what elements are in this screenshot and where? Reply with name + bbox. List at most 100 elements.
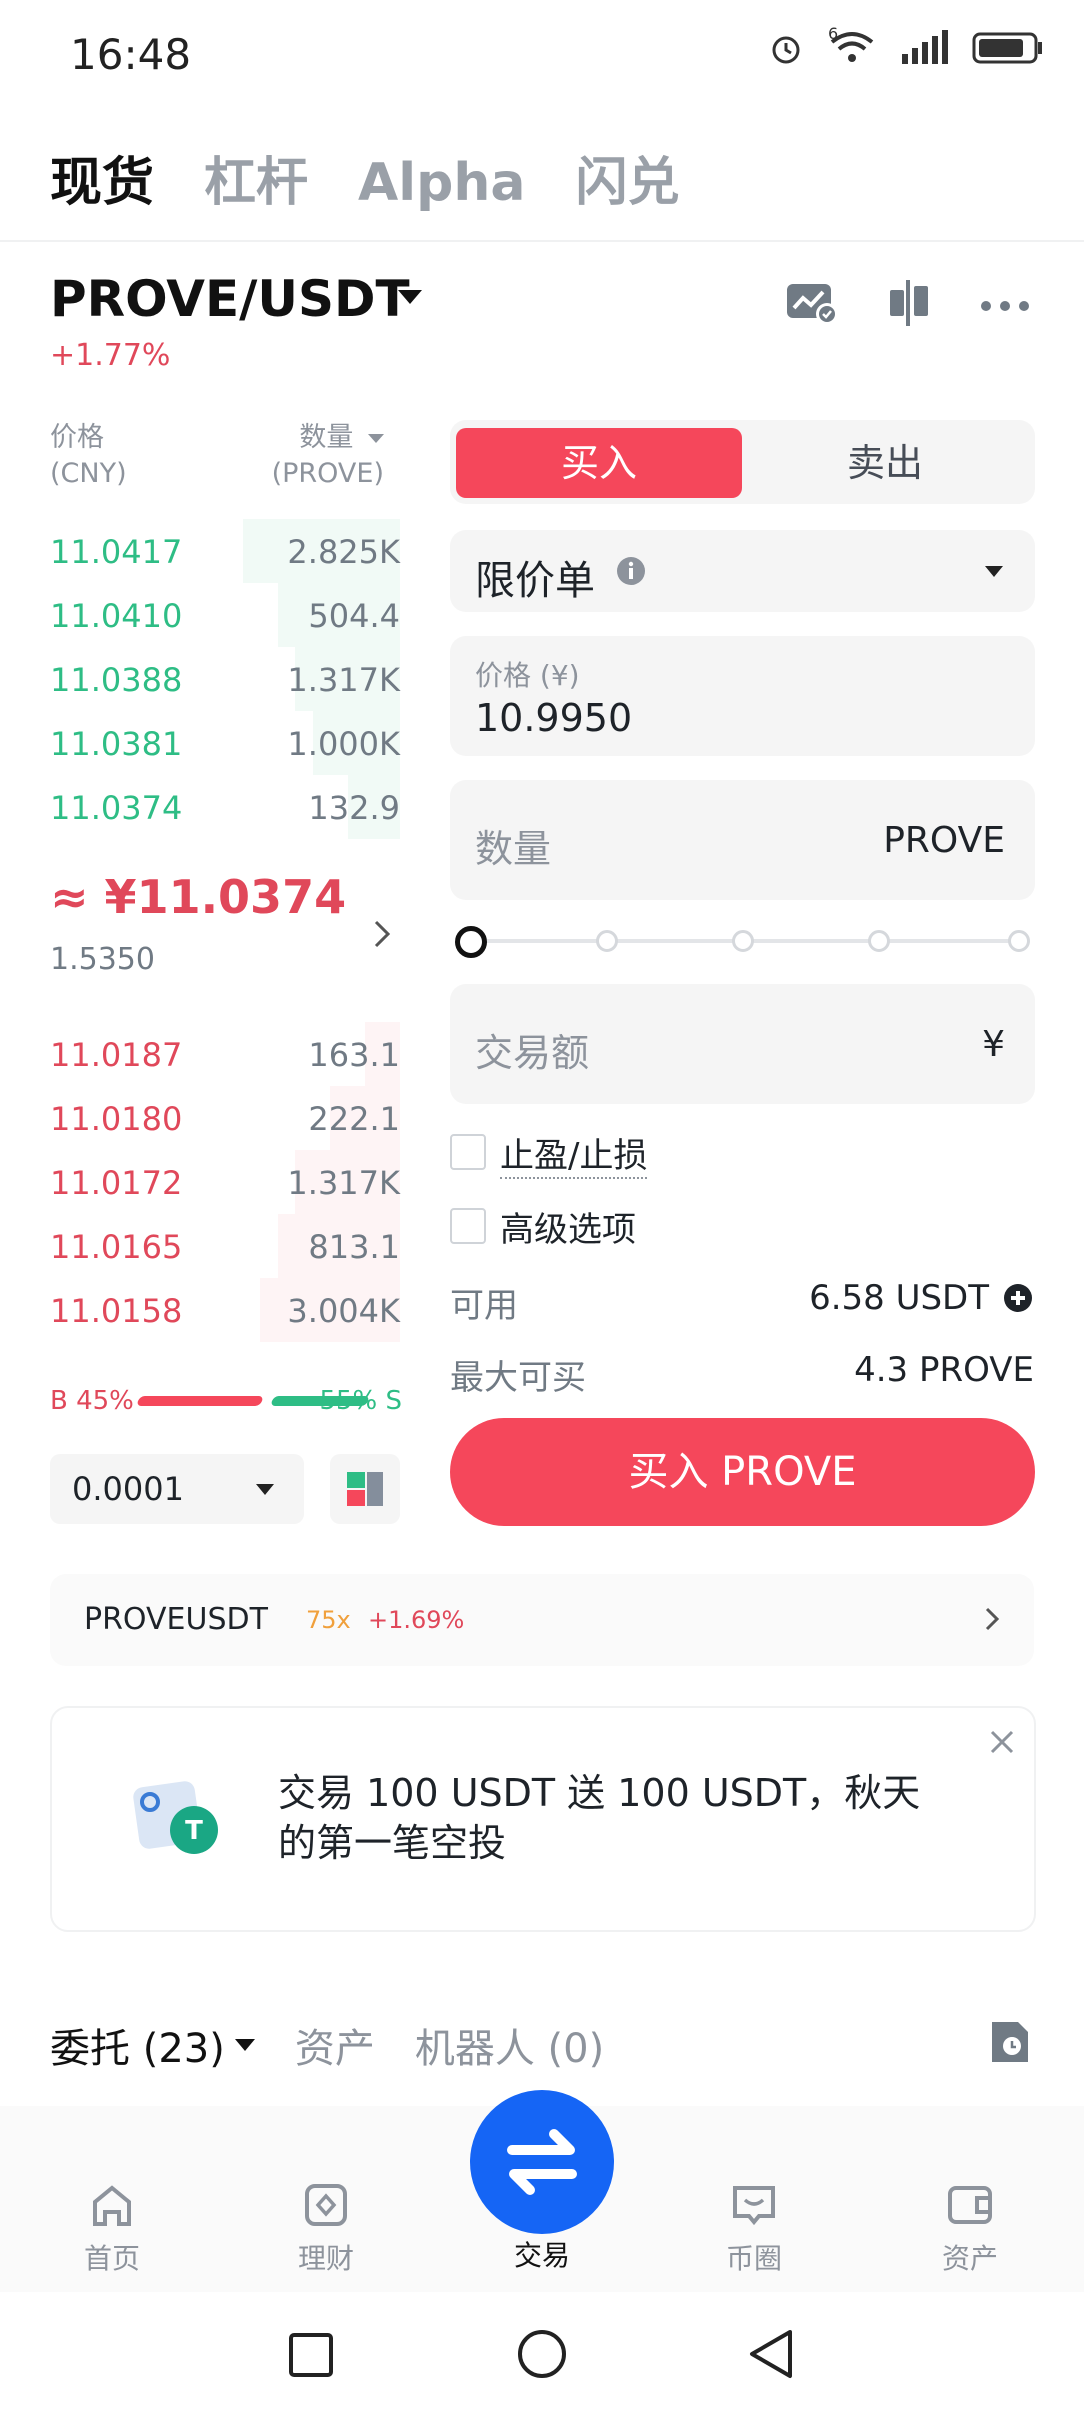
- quantity-field[interactable]: 数量 PROVE: [450, 780, 1035, 900]
- more-icon[interactable]: [980, 300, 1030, 312]
- tp-sl-checkbox[interactable]: [450, 1134, 486, 1170]
- bid-qty: 813.1: [308, 1228, 400, 1266]
- price-field[interactable]: 价格 (¥) 10.9950: [450, 636, 1035, 756]
- home-circle-icon[interactable]: [516, 2328, 568, 2380]
- bid-row[interactable]: 11.0180 222.1: [50, 1086, 400, 1150]
- swap-arrows-icon: [507, 2129, 577, 2195]
- buy-prove-button[interactable]: 买入 PROVE: [450, 1418, 1035, 1526]
- futures-link[interactable]: PROVEUSDT 75x +1.69%: [50, 1574, 1034, 1666]
- slider-mark[interactable]: [596, 930, 618, 952]
- wifi-label: 6: [828, 24, 839, 43]
- price-input[interactable]: 10.9950: [475, 696, 632, 740]
- bid-price: 11.0187: [50, 1036, 183, 1074]
- advanced-label[interactable]: 高级选项: [500, 1202, 636, 1251]
- tab-margin[interactable]: 杠杆: [204, 140, 308, 215]
- max-buy-label: 最大可买: [450, 1358, 586, 1398]
- tab-spot[interactable]: 现货: [50, 140, 154, 215]
- sell-ratio-label: 55% S: [319, 1386, 402, 1416]
- quantity-unit: PROVE: [883, 820, 1005, 861]
- futures-leverage: 75x: [306, 1606, 351, 1634]
- nav-home[interactable]: 首页: [42, 2180, 182, 2277]
- wifi-icon: 6: [828, 24, 876, 66]
- close-icon[interactable]: [988, 1728, 1016, 1756]
- caret-down-icon: [234, 2039, 255, 2051]
- add-funds-icon[interactable]: [1003, 1283, 1033, 1313]
- qty-header-unit: (PROVE): [271, 458, 384, 489]
- tab-assets[interactable]: 资产: [295, 2016, 375, 2074]
- tab-bots[interactable]: 机器人 (0): [415, 2016, 604, 2074]
- gift-coin-icon: T: [133, 1781, 218, 1854]
- wallet-icon: [948, 2186, 992, 2224]
- order-type-value: 限价单: [475, 558, 595, 604]
- tab-open-orders[interactable]: 委托 (23): [50, 2016, 255, 2074]
- home-icon: [93, 2185, 131, 2226]
- ask-qty: 504.4: [308, 597, 400, 635]
- status-time: 16:48: [70, 30, 192, 79]
- price-step-select[interactable]: 0.0001: [50, 1454, 304, 1524]
- square-icon: [733, 2186, 775, 2226]
- ask-qty: 132.9: [308, 789, 400, 827]
- ask-qty: 1.000K: [287, 725, 400, 763]
- caret-down-icon: [256, 1484, 274, 1495]
- last-price: ≈ ¥11.0374: [50, 870, 347, 924]
- slider-mark[interactable]: [1008, 930, 1030, 952]
- ask-price: 11.0381: [50, 725, 183, 763]
- ask-row[interactable]: 11.0410 504.4: [50, 583, 400, 647]
- slider-mark[interactable]: [732, 930, 754, 952]
- price-field-label: 价格 (¥): [475, 659, 580, 692]
- recents-icon[interactable]: [288, 2332, 334, 2378]
- ask-row[interactable]: 11.0417 2.825K: [50, 519, 400, 583]
- ask-row[interactable]: 11.0374 132.9: [50, 775, 400, 839]
- pair-change: +1.77%: [50, 338, 171, 373]
- quantity-input[interactable]: 数量: [475, 818, 551, 873]
- slider-handle[interactable]: [455, 926, 487, 958]
- orderbook-layout-button[interactable]: [330, 1454, 400, 1524]
- nav-earn[interactable]: 理财: [256, 2180, 396, 2277]
- nav-trade-label[interactable]: 交易: [472, 2234, 612, 2274]
- tab-convert[interactable]: 闪兑: [575, 140, 679, 215]
- amount-field[interactable]: 交易额 ¥: [450, 984, 1035, 1104]
- order-history-icon[interactable]: [988, 2018, 1032, 2066]
- nav-assets[interactable]: 资产: [900, 2180, 1040, 2277]
- promo-banner[interactable]: T 交易 100 USDT 送 100 USDT，秋天的第一笔空投: [50, 1706, 1036, 1932]
- caret-down-icon[interactable]: [398, 290, 422, 304]
- sell-tab[interactable]: 卖出: [742, 428, 1028, 498]
- bid-qty: 1.317K: [287, 1164, 400, 1202]
- bid-row[interactable]: 11.0165 813.1: [50, 1214, 400, 1278]
- max-buy-value: 4.3 PROVE: [854, 1350, 1034, 1390]
- nav-square[interactable]: 币圈: [684, 2180, 824, 2277]
- status-icons: 6: [768, 24, 1044, 66]
- bid-row[interactable]: 11.0187 163.1: [50, 1022, 400, 1086]
- orderbook-qty-header[interactable]: 数量 (PROVE): [272, 420, 384, 492]
- nav-home-label: 首页: [83, 2242, 140, 2275]
- tab-alpha[interactable]: Alpha: [358, 153, 525, 213]
- ask-qty: 1.317K: [287, 661, 400, 699]
- signal-icon: [902, 30, 948, 64]
- pair-selector[interactable]: PROVE/USDT: [50, 270, 410, 328]
- qty-header-label: 数量: [299, 422, 354, 453]
- system-navigation: [0, 2292, 1084, 2412]
- tab-open-orders-label: 委托 (23): [50, 2026, 225, 2072]
- bid-row[interactable]: 11.0158 3.004K: [50, 1278, 400, 1342]
- slider-mark[interactable]: [868, 930, 890, 952]
- price-step-value: 0.0001: [72, 1470, 184, 1508]
- chevron-right-icon[interactable]: [372, 918, 392, 950]
- bid-price: 11.0158: [50, 1292, 183, 1330]
- tp-sl-label[interactable]: 止盈/止损: [500, 1128, 648, 1179]
- advanced-checkbox[interactable]: [450, 1208, 486, 1244]
- order-type-select[interactable]: 限价单: [450, 530, 1035, 612]
- amount-input[interactable]: 交易额: [475, 1022, 589, 1077]
- ask-row[interactable]: 11.0381 1.000K: [50, 711, 400, 775]
- bid-row[interactable]: 11.0172 1.317K: [50, 1150, 400, 1214]
- back-icon[interactable]: [746, 2328, 796, 2380]
- ask-qty: 2.825K: [287, 533, 400, 571]
- trade-button[interactable]: [470, 2090, 614, 2234]
- ask-row[interactable]: 11.0388 1.317K: [50, 647, 400, 711]
- last-price-usdt: 1.5350: [50, 942, 155, 977]
- buy-sell-ratio: B 45% 55% S: [50, 1386, 402, 1416]
- buy-tab[interactable]: 买入: [456, 428, 742, 498]
- candlestick-icon[interactable]: [886, 280, 932, 326]
- info-icon[interactable]: [616, 556, 646, 586]
- chart-alert-icon[interactable]: [785, 280, 839, 326]
- ask-price: 11.0388: [50, 661, 183, 699]
